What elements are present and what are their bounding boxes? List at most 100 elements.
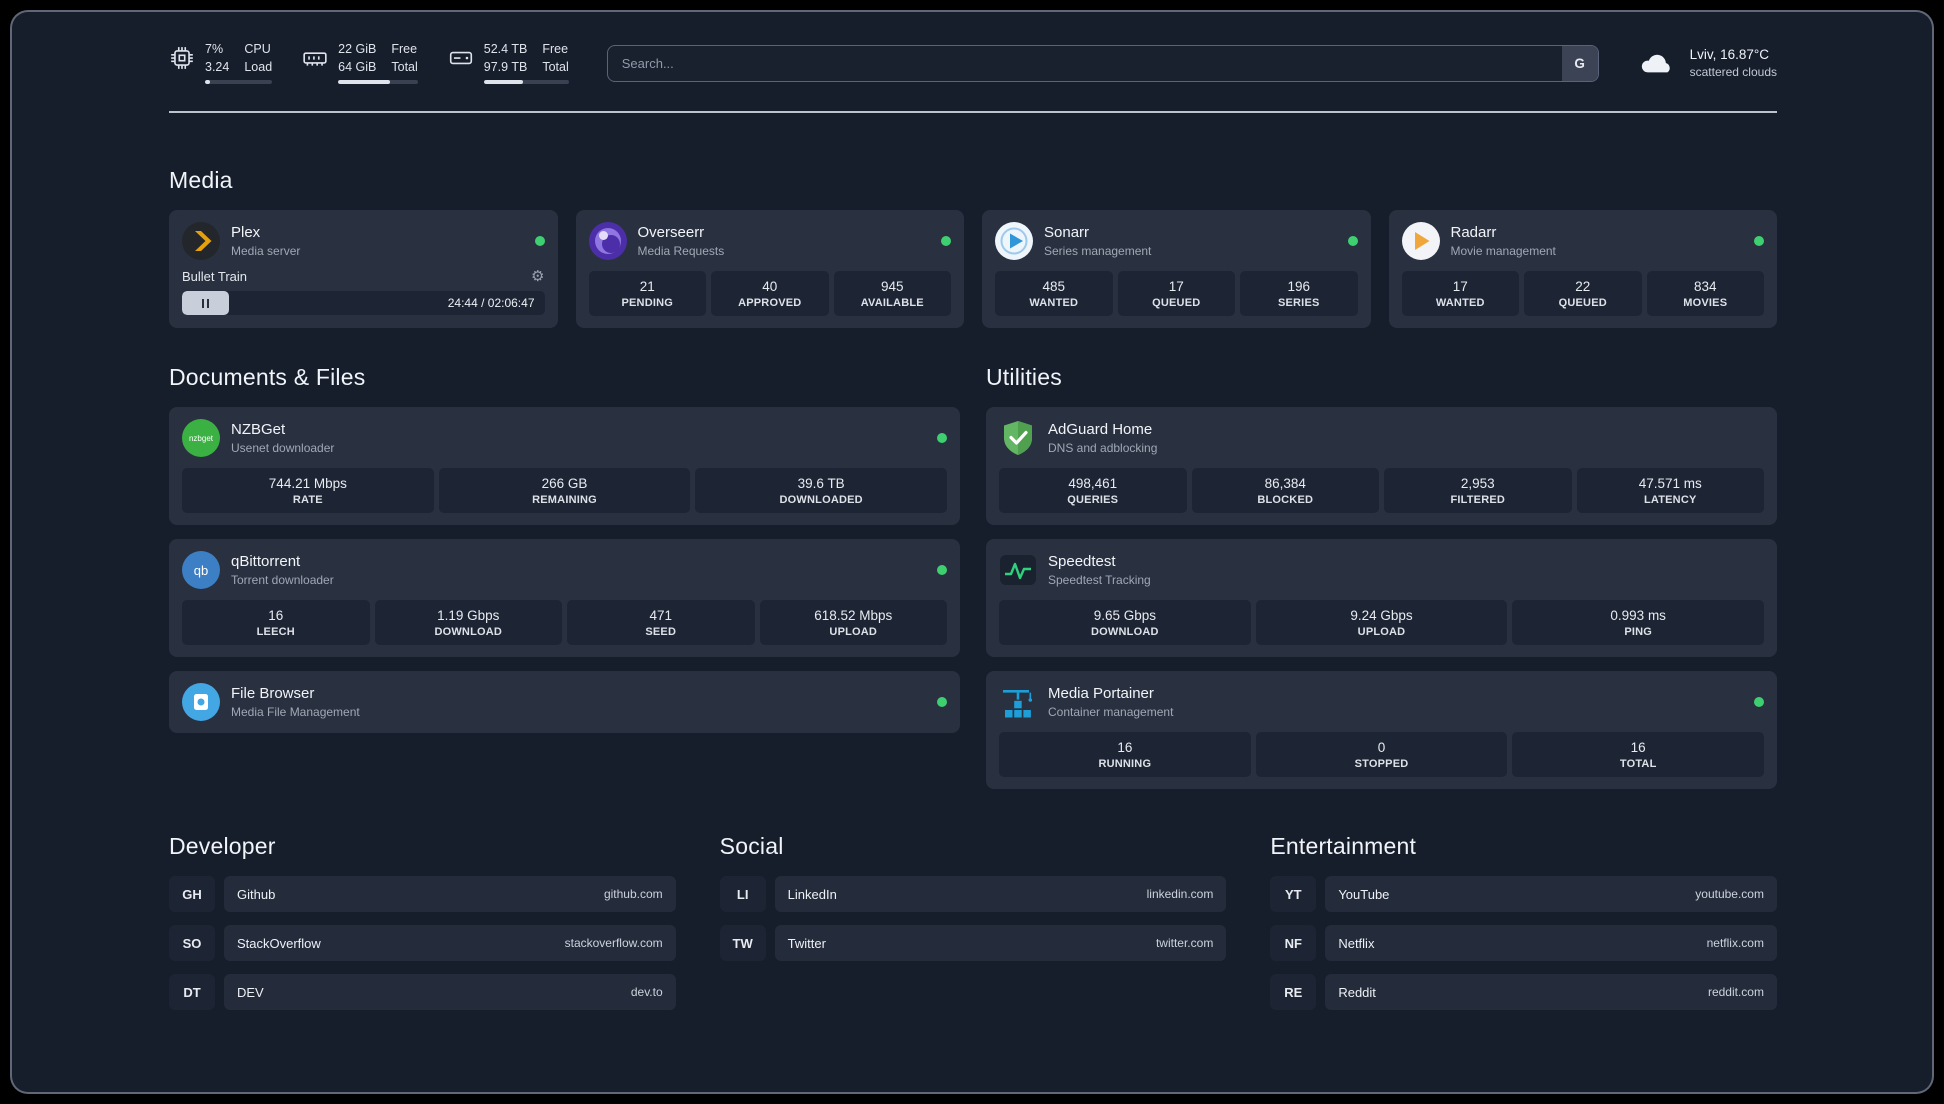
- weather-condition: scattered clouds: [1689, 65, 1777, 79]
- section-title-entertainment: Entertainment: [1270, 833, 1417, 859]
- status-dot: [937, 433, 947, 443]
- cpu-load: 3.24: [205, 59, 230, 74]
- stat-value: 16: [1117, 740, 1133, 755]
- disk-total: 97.9 TB: [483, 59, 528, 74]
- link-dev[interactable]: DT DEV dev.to: [169, 974, 676, 1010]
- service-card-speedtest[interactable]: Speedtest Speedtest Tracking 9.65 Gbps D…: [986, 539, 1777, 657]
- stat-value: 39.6 TB: [797, 476, 845, 491]
- section-entertainment: Entertainment YT YouTube youtube.com NF …: [1270, 833, 1777, 1023]
- stat-tile: 16 TOTAL: [1512, 732, 1765, 777]
- memory-progressbar: [338, 80, 418, 85]
- service-card-sonarr[interactable]: Sonarr Series management 485 WANTED 17 Q…: [982, 210, 1371, 328]
- stat-value: 16: [1630, 740, 1646, 755]
- link-netflix[interactable]: NF Netflix netflix.com: [1270, 925, 1777, 961]
- link-youtube[interactable]: YT YouTube youtube.com: [1270, 876, 1777, 912]
- stat-value: 196: [1287, 279, 1311, 294]
- disk-progressbar: [483, 80, 569, 85]
- stat-tile: 618.52 Mbps UPLOAD: [759, 600, 947, 645]
- stat-value: 9.65 Gbps: [1093, 608, 1156, 623]
- memory-label-bottom: Total: [391, 59, 418, 74]
- memory-total: 64 GiB: [338, 59, 377, 74]
- stat-tile: 86,384 BLOCKED: [1191, 468, 1379, 513]
- stat-tile: 498,461 QUERIES: [999, 468, 1187, 513]
- link-domain: stackoverflow.com: [564, 936, 663, 950]
- pause-icon[interactable]: [202, 298, 210, 308]
- stat-label: DOWNLOADED: [779, 494, 863, 506]
- service-card-filebrowser[interactable]: File Browser Media File Management: [169, 671, 960, 733]
- link-abbr: GH: [169, 876, 215, 912]
- stat-label: RUNNING: [1098, 758, 1152, 770]
- link-name: Github: [237, 886, 276, 902]
- stat-label: MOVIES: [1683, 297, 1728, 309]
- stat-tile: 471 SEED: [567, 600, 755, 645]
- section-title-documents: Documents & Files: [169, 364, 366, 390]
- service-name: Sonarr: [1044, 224, 1090, 241]
- stat-tile: 9.65 Gbps DOWNLOAD: [999, 600, 1251, 645]
- now-playing-widget: Bullet Train ⚙ 24:44 / 02:06:47: [182, 269, 545, 315]
- playback-progressbar[interactable]: 24:44 / 02:06:47: [182, 291, 545, 315]
- service-card-plex[interactable]: Plex Media server Bullet Train ⚙ 24:44 /…: [169, 210, 558, 328]
- stat-value: 17: [1168, 279, 1184, 294]
- stat-value: 0: [1377, 740, 1386, 755]
- stat-label: WANTED: [1029, 297, 1079, 309]
- link-twitter[interactable]: TW Twitter twitter.com: [719, 925, 1227, 961]
- service-card-portainer[interactable]: Media Portainer Container management 16 …: [986, 671, 1777, 789]
- stat-value: 16: [268, 608, 284, 623]
- stat-value: 22: [1575, 279, 1591, 294]
- system-metrics: 7% 3.24 CPU Load 22 GiB 64 GiB Free Tota…: [169, 41, 569, 85]
- service-card-nzbget[interactable]: nzbget NZBGet Usenet downloader 744.21 M…: [169, 407, 960, 525]
- link-reddit[interactable]: RE Reddit reddit.com: [1270, 974, 1777, 1010]
- link-name: YouTube: [1338, 886, 1390, 902]
- status-dot: [1347, 236, 1358, 246]
- stat-tile: 1.19 Gbps DOWNLOAD: [374, 600, 562, 645]
- service-card-qbittorrent[interactable]: qb qBittorrent Torrent downloader 16 LEE…: [169, 539, 960, 657]
- now-playing-title: Bullet Train: [182, 269, 248, 284]
- service-card-radarr[interactable]: Radarr Movie management 17 WANTED 22 QUE…: [1388, 210, 1777, 328]
- stat-tile: 17 WANTED: [1401, 271, 1519, 316]
- cloud-icon: [1641, 54, 1670, 73]
- link-name: DEV: [237, 984, 264, 1000]
- overseerr-icon: [588, 222, 627, 260]
- stat-label: PING: [1624, 626, 1653, 638]
- stat-tile: 945 AVAILABLE: [833, 271, 951, 316]
- link-domain: youtube.com: [1695, 887, 1764, 901]
- cpu-label-top: CPU: [244, 41, 271, 56]
- link-domain: netflix.com: [1706, 936, 1764, 950]
- link-stackoverflow[interactable]: SO StackOverflow stackoverflow.com: [169, 925, 676, 961]
- service-card-overseerr[interactable]: Overseerr Media Requests 21 PENDING 40 A…: [575, 210, 964, 328]
- search-input[interactable]: [606, 44, 1599, 82]
- stat-label: STOPPED: [1354, 758, 1409, 770]
- link-domain: dev.to: [630, 985, 663, 999]
- stat-label: APPROVED: [738, 297, 802, 309]
- settings-gear-icon[interactable]: ⚙: [531, 269, 544, 284]
- disk-widget: 52.4 TB 97.9 TB Free Total: [448, 41, 569, 85]
- service-card-adguard[interactable]: AdGuard Home DNS and adblocking 498,461 …: [986, 407, 1777, 525]
- service-name: Speedtest: [1048, 553, 1116, 570]
- stat-label: LEECH: [256, 626, 295, 638]
- link-name: StackOverflow: [237, 935, 321, 951]
- playback-time: 24:44 / 02:06:47: [447, 296, 535, 310]
- link-github[interactable]: GH Github github.com: [169, 876, 676, 912]
- search-engine-button[interactable]: G: [1561, 45, 1598, 81]
- status-dot: [937, 697, 947, 707]
- link-abbr: TW: [719, 925, 766, 961]
- stat-tile: 21 PENDING: [588, 271, 706, 316]
- service-subtitle: Container management: [1048, 705, 1174, 719]
- status-dot: [937, 565, 947, 575]
- service-name: AdGuard Home: [1048, 421, 1153, 438]
- link-abbr: DT: [169, 974, 215, 1010]
- speedtest-icon: [999, 551, 1037, 589]
- memory-label-top: Free: [391, 41, 418, 56]
- service-subtitle: Series management: [1044, 244, 1152, 258]
- link-name: Netflix: [1338, 935, 1375, 951]
- service-subtitle: Speedtest Tracking: [1048, 573, 1151, 587]
- service-subtitle: Media server: [231, 244, 301, 258]
- stat-label: SEED: [645, 626, 677, 638]
- ram-icon: [303, 52, 327, 66]
- disk-label-top: Free: [542, 41, 569, 56]
- link-domain: twitter.com: [1155, 936, 1214, 950]
- link-linkedin[interactable]: LI LinkedIn linkedin.com: [719, 876, 1227, 912]
- status-dot: [534, 236, 545, 246]
- svg-text:nzbget: nzbget: [189, 434, 214, 443]
- stat-tile: 834 MOVIES: [1646, 271, 1764, 316]
